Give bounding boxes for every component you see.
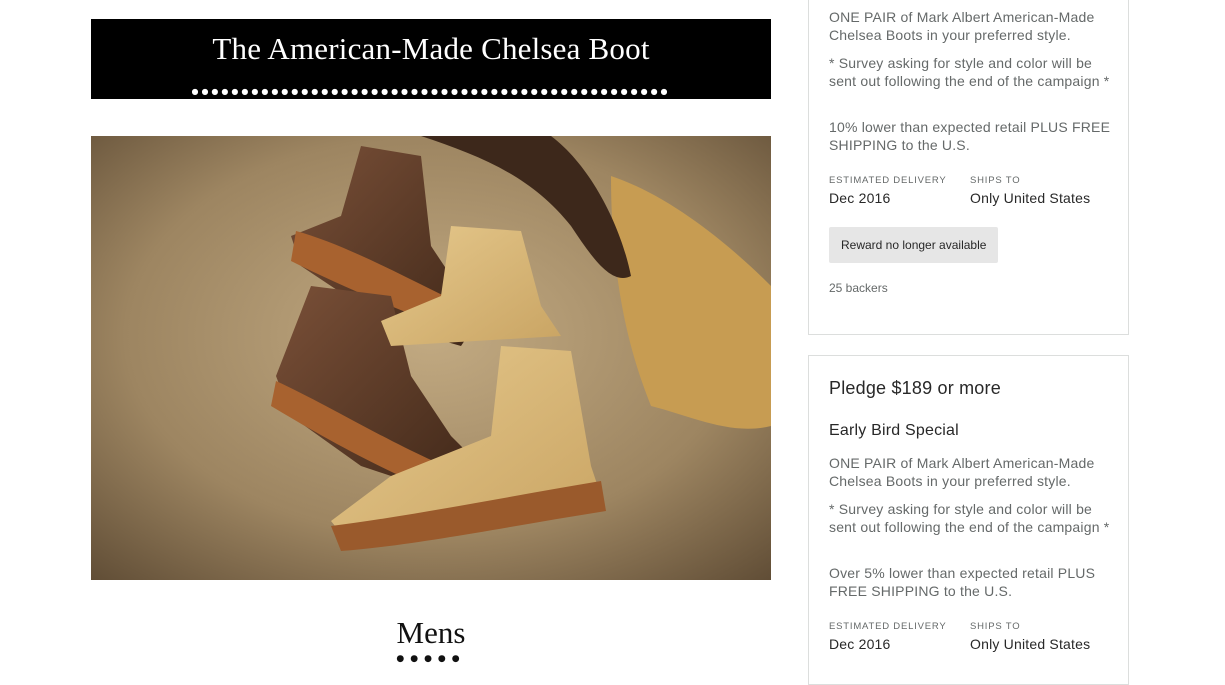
reward-description: ONE PAIR of Mark Albert American-Made Ch… bbox=[829, 9, 1095, 43]
reward-discount-note: Over 5% lower than expected retail PLUS … bbox=[829, 565, 1096, 599]
banner-dots: ●●●●●●●●●●●●●●●●●●●●●●●●●●●●●●●●●●●●●●●●… bbox=[191, 87, 671, 96]
backers-count: 25 backers bbox=[829, 281, 888, 295]
reward-card-1: ONE PAIR of Mark Albert American-Made Ch… bbox=[808, 0, 1129, 335]
banner-title: The American-Made Chelsea Boot bbox=[212, 31, 650, 66]
reward-discount-note: 10% lower than expected retail PLUS FREE… bbox=[829, 119, 1111, 153]
ships-to-label: SHIPS TO bbox=[970, 175, 1021, 186]
section-dots: ●●●●● bbox=[396, 654, 466, 664]
title-banner: The American-Made Chelsea Boot ●●●●●●●●●… bbox=[91, 19, 771, 99]
section-heading-mens: Mens bbox=[396, 615, 466, 650]
ships-to-label: SHIPS TO bbox=[970, 621, 1021, 632]
pledge-amount: Pledge $189 or more bbox=[829, 378, 1001, 398]
estimated-delivery-value: Dec 2016 bbox=[829, 636, 891, 652]
reward-survey-note: * Survey asking for style and color will… bbox=[829, 501, 1110, 535]
estimated-delivery-value: Dec 2016 bbox=[829, 190, 891, 206]
reward-title: Early Bird Special bbox=[829, 422, 959, 439]
reward-card-2[interactable]: Pledge $189 or more Early Bird Special O… bbox=[808, 355, 1129, 685]
product-photo bbox=[91, 136, 771, 580]
reward-survey-note: * Survey asking for style and color will… bbox=[829, 55, 1110, 89]
estimated-delivery-label: ESTIMATED DELIVERY bbox=[829, 175, 947, 186]
ships-to-value: Only United States bbox=[970, 190, 1091, 206]
reward-description: ONE PAIR of Mark Albert American-Made Ch… bbox=[829, 455, 1095, 489]
reward-unavailable-button[interactable]: Reward no longer available bbox=[829, 227, 999, 263]
estimated-delivery-label: ESTIMATED DELIVERY bbox=[829, 621, 947, 632]
ships-to-value: Only United States bbox=[970, 636, 1091, 652]
